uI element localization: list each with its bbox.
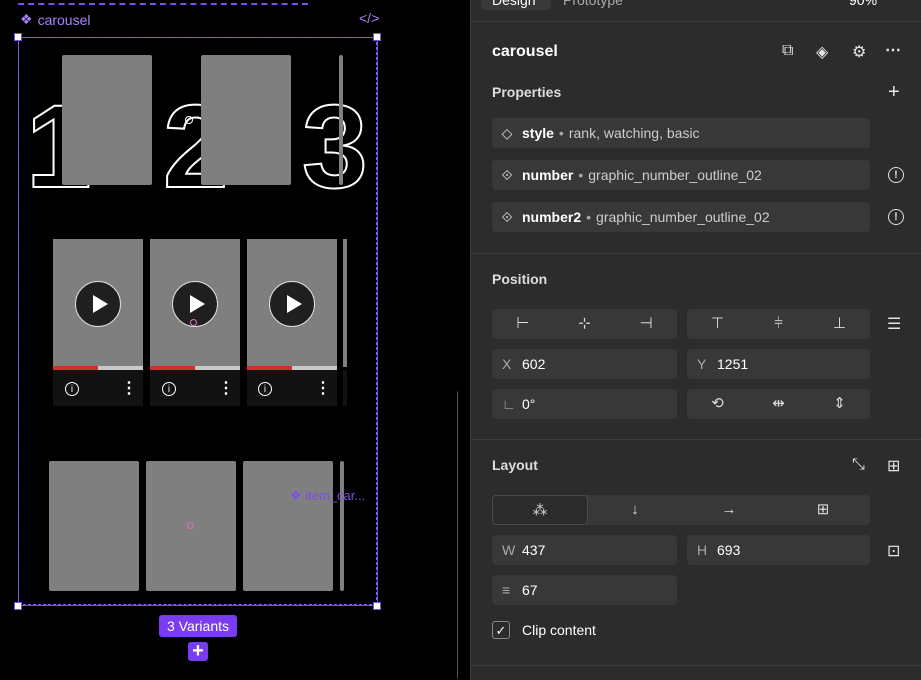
align-right-icon[interactable]: ⊣ bbox=[615, 309, 677, 339]
frame-above-edge bbox=[18, 0, 308, 5]
divider bbox=[471, 665, 921, 666]
warning-icon[interactable]: ! bbox=[888, 209, 904, 225]
align-bottom-icon[interactable]: ⊥ bbox=[809, 309, 870, 339]
property-number2[interactable]: ⟐ number2 • graphic_number_outline_02 bbox=[492, 202, 870, 232]
add-variant-button[interactable]: + bbox=[188, 641, 208, 661]
y-value: 1251 bbox=[717, 356, 749, 372]
property-value: graphic_number_outline_02 bbox=[588, 167, 762, 183]
separator: • bbox=[558, 125, 564, 141]
rotation-field[interactable]: ∟ 0° bbox=[492, 389, 677, 419]
resize-handle-top-right[interactable] bbox=[373, 33, 381, 41]
layout-direction-group: ⁂ ↓ → ⊞ bbox=[492, 495, 870, 525]
rotation-value: 0° bbox=[522, 396, 536, 412]
x-label: X bbox=[502, 356, 512, 372]
align-top-icon[interactable]: ⊤ bbox=[687, 309, 748, 339]
resize-handle-bottom-right[interactable] bbox=[373, 602, 381, 610]
w-value: 437 bbox=[522, 542, 546, 558]
component-set-frame[interactable] bbox=[18, 37, 377, 605]
grid-layout-icon[interactable]: ⊞ bbox=[776, 495, 870, 525]
property-style[interactable]: ◇ style • rank, watching, basic bbox=[492, 118, 870, 148]
gap-icon: ≡ bbox=[502, 582, 511, 598]
clip-content-checkbox[interactable]: ✓ bbox=[492, 621, 510, 639]
frame-label-text: carousel bbox=[37, 11, 91, 28]
w-label: W bbox=[502, 542, 516, 558]
h-label: H bbox=[697, 542, 708, 558]
divider bbox=[471, 439, 921, 440]
position-heading: Position bbox=[492, 271, 548, 287]
rotation-icon: ∟ bbox=[502, 396, 516, 412]
property-value: graphic_number_outline_02 bbox=[596, 209, 770, 225]
x-field[interactable]: X 602 bbox=[492, 349, 677, 379]
flip-horizontal-icon[interactable]: ⇹ bbox=[748, 389, 809, 419]
horizontal-layout-icon[interactable]: → bbox=[682, 495, 776, 525]
gap-value: 67 bbox=[522, 582, 538, 598]
separator: • bbox=[586, 209, 592, 225]
width-field[interactable]: W 437 bbox=[492, 535, 677, 565]
component-name[interactable]: carousel bbox=[492, 43, 558, 61]
clip-content-label: Clip content bbox=[522, 622, 596, 638]
property-name: style bbox=[522, 125, 554, 141]
component-set-icon: ❖ bbox=[20, 11, 33, 27]
distribute-icon[interactable]: ☰ bbox=[887, 314, 901, 334]
align-left-icon[interactable]: ⊢ bbox=[492, 309, 554, 339]
code-icon[interactable]: </> bbox=[359, 10, 379, 26]
divider bbox=[471, 253, 921, 254]
component-icon[interactable]: ◈ bbox=[816, 42, 828, 62]
resize-handle-bottom-left[interactable] bbox=[14, 602, 22, 610]
align-center-v-icon[interactable]: ⫩ bbox=[748, 309, 809, 339]
property-value: rank, watching, basic bbox=[568, 125, 700, 141]
more-icon[interactable]: ⋯ bbox=[885, 40, 901, 60]
adjust-icon[interactable]: ⚙ bbox=[852, 42, 866, 62]
design-panel: Design Prototype 90% carousel ⧉ ◈ ⚙ ⋯ Pr… bbox=[470, 0, 921, 680]
align-center-h-icon[interactable]: ⊹ bbox=[554, 309, 616, 339]
property-name: number2 bbox=[522, 209, 582, 225]
variant-icon: ◇ bbox=[501, 124, 513, 141]
component-set-icon[interactable]: ⧉ bbox=[782, 42, 793, 60]
vertical-align-group: ⊤ ⫩ ⊥ bbox=[687, 309, 870, 339]
warning-icon[interactable]: ! bbox=[888, 167, 904, 183]
h-value: 693 bbox=[717, 542, 741, 558]
layout-heading: Layout bbox=[492, 457, 538, 473]
tab-prototype[interactable]: Prototype bbox=[563, 0, 623, 8]
variants-badge[interactable]: 3 Variants bbox=[159, 615, 237, 637]
transform-group: ⟲ ⇹ ⇕ bbox=[687, 389, 870, 419]
resize-handle-top-left[interactable] bbox=[14, 33, 22, 41]
add-property-icon[interactable]: + bbox=[888, 81, 900, 104]
gap-field[interactable]: ≡ 67 bbox=[492, 575, 677, 605]
height-field[interactable]: H 693 bbox=[687, 535, 870, 565]
collapse-icon[interactable]: ⤡ bbox=[852, 456, 865, 474]
instance-swap-icon: ⟐ bbox=[501, 166, 513, 183]
zoom-level[interactable]: 90% bbox=[849, 0, 877, 8]
vertical-layout-icon[interactable]: ↓ bbox=[588, 495, 682, 525]
property-name: number bbox=[522, 167, 574, 183]
resize-constraints-icon[interactable]: ⊡ bbox=[887, 541, 900, 561]
tab-design[interactable]: Design bbox=[492, 0, 536, 8]
horizontal-align-group: ⊢ ⊹ ⊣ bbox=[492, 309, 677, 339]
separator: • bbox=[578, 167, 584, 183]
flip-vertical-icon[interactable]: ⇕ bbox=[809, 389, 870, 419]
freeform-layout-icon[interactable]: ⁂ bbox=[492, 495, 588, 525]
add-auto-layout-icon[interactable]: ⊞ bbox=[887, 456, 900, 476]
frame-label[interactable]: ❖ carousel bbox=[20, 11, 90, 28]
y-label: Y bbox=[697, 356, 707, 372]
instance-swap-icon: ⟐ bbox=[501, 208, 513, 225]
canvas[interactable]: ❖ carousel </> 1 2 3 i ⋮ i ⋮ i ⋮ ❖ item_… bbox=[0, 0, 458, 680]
x-value: 602 bbox=[522, 356, 546, 372]
divider bbox=[471, 21, 921, 22]
canvas-scrollbar[interactable] bbox=[457, 390, 458, 680]
property-number[interactable]: ⟐ number • graphic_number_outline_02 bbox=[492, 160, 870, 190]
rotate-icon[interactable]: ⟲ bbox=[687, 389, 748, 419]
y-field[interactable]: Y 1251 bbox=[687, 349, 870, 379]
properties-heading: Properties bbox=[492, 84, 562, 100]
